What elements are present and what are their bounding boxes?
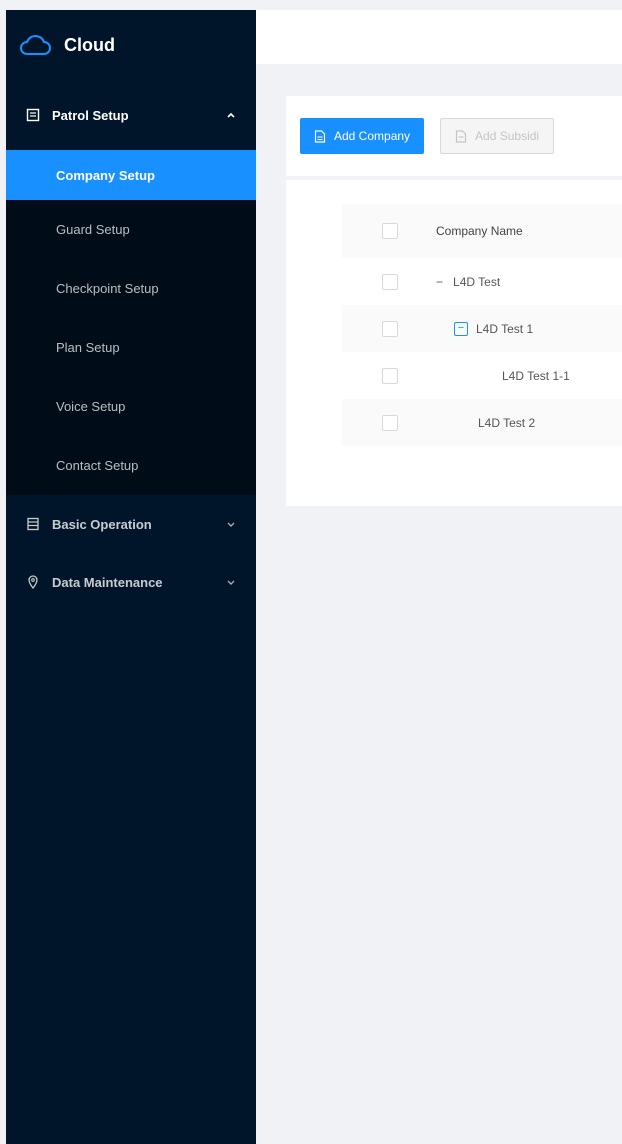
menu-basic-operation[interactable]: Basic Operation	[6, 495, 256, 553]
company-name: L4D Test	[453, 274, 501, 289]
table-row: − L4D Test	[342, 258, 622, 305]
sidebar-item-checkpoint-setup[interactable]: Checkpoint Setup	[6, 259, 256, 318]
company-table: Company Name − L4D Test − L4D Test 1 L4D…	[286, 180, 622, 506]
sidebar-item-plan-setup[interactable]: Plan Setup	[6, 318, 256, 377]
sidebar-item-label: Plan Setup	[56, 340, 120, 355]
row-checkbox[interactable]	[382, 414, 398, 431]
toolbar: Add Company Add Subsidi	[286, 96, 622, 176]
company-name-cell: − L4D Test	[436, 275, 500, 289]
add-subsidiary-label: Add Subsidi	[475, 129, 540, 143]
add-company-button[interactable]: Add Company	[300, 118, 425, 154]
sidebar-item-voice-setup[interactable]: Voice Setup	[6, 377, 256, 436]
company-name-cell: L4D Test 2	[436, 416, 535, 430]
app-logo[interactable]: Cloud	[6, 10, 256, 80]
sidebar-item-contact-setup[interactable]: Contact Setup	[6, 436, 256, 495]
company-name: L4D Test 1	[476, 321, 534, 336]
file-add-icon	[314, 129, 326, 143]
menu-data-maintenance[interactable]: Data Maintenance	[6, 553, 256, 611]
table-header-row: Company Name	[342, 204, 622, 258]
chevron-up-icon	[227, 112, 235, 118]
location-pin-icon	[28, 575, 38, 589]
sidebar-item-label: Checkpoint Setup	[56, 281, 159, 296]
sidebar-item-guard-setup[interactable]: Guard Setup	[6, 200, 256, 259]
sidebar-item-label: Contact Setup	[56, 458, 139, 473]
collapse-icon[interactable]: −	[454, 321, 468, 336]
form-icon	[26, 108, 40, 122]
patrol-setup-submenu: Company Setup Guard Setup Checkpoint Set…	[6, 150, 256, 495]
row-checkbox[interactable]	[382, 320, 398, 337]
chevron-down-icon	[227, 580, 235, 585]
chevron-down-icon	[227, 522, 235, 527]
company-name: L4D Test 2	[478, 415, 536, 430]
app-title: Cloud	[64, 34, 115, 55]
sidebar-item-label: Company Setup	[56, 167, 155, 183]
table-row: L4D Test 2	[342, 399, 622, 446]
sidebar: Cloud Patrol Setup Company Setup Guard S…	[6, 10, 256, 1144]
menu-patrol-setup-label: Patrol Setup	[52, 107, 129, 123]
select-all-checkbox[interactable]	[382, 223, 398, 239]
main-content: Add Company Add Subsidi Company Name − L…	[286, 96, 622, 506]
column-header-company-name: Company Name	[436, 224, 523, 238]
company-name-cell: L4D Test 1-1	[436, 369, 570, 383]
menu-basic-operation-label: Basic Operation	[52, 516, 152, 532]
top-header	[256, 10, 622, 64]
table-row: L4D Test 1-1	[342, 352, 622, 399]
company-name-cell: − L4D Test 1	[436, 321, 534, 336]
collapse-icon[interactable]: −	[436, 275, 443, 289]
sidebar-item-label: Voice Setup	[56, 399, 126, 414]
row-checkbox[interactable]	[382, 367, 398, 384]
database-icon	[27, 517, 39, 531]
sidebar-item-company-setup[interactable]: Company Setup	[6, 150, 256, 200]
cloud-icon	[20, 35, 51, 55]
row-checkbox[interactable]	[382, 273, 398, 290]
menu-data-maintenance-label: Data Maintenance	[52, 574, 163, 590]
add-company-label: Add Company	[334, 129, 411, 143]
add-subsidiary-button[interactable]: Add Subsidi	[440, 118, 555, 154]
company-name: L4D Test 1-1	[502, 368, 570, 383]
sidebar-item-label: Guard Setup	[56, 222, 130, 237]
file-add-icon	[455, 129, 467, 143]
menu-patrol-setup[interactable]: Patrol Setup	[6, 80, 256, 150]
table-row: − L4D Test 1	[342, 305, 622, 352]
